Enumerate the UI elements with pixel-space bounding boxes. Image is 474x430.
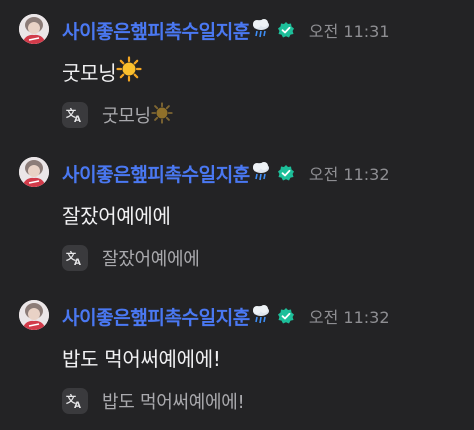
- avatar[interactable]: [19, 157, 49, 187]
- message-text: 밥도 먹어써예에에!: [62, 342, 221, 372]
- verified-badge-icon: [277, 307, 295, 325]
- message-item[interactable]: 사이좋은햎피촉수일지훈 오전 11:31 굿모닝 文 A 굿모닝: [0, 0, 474, 136]
- translate-icon[interactable]: 文 A: [62, 388, 88, 414]
- message-header: 사이좋은햎피촉수일지훈 오전 11:32: [62, 303, 390, 329]
- translation-row: 文 A 굿모닝: [62, 100, 173, 130]
- message-text: 굿모닝: [62, 55, 142, 87]
- translated-text: 잘잤어예에에: [102, 249, 200, 270]
- avatar[interactable]: [19, 14, 49, 44]
- avatar[interactable]: [19, 300, 49, 330]
- message-timestamp: 오전 11:32: [308, 165, 390, 184]
- message-timestamp: 오전 11:32: [308, 308, 390, 327]
- verified-badge-icon: [277, 164, 295, 182]
- svg-text:A: A: [74, 258, 81, 266]
- message-item[interactable]: 사이좋은햎피촉수일지훈 오전 11:32 밥도 먹어써예에에! 文 A 밥도 먹…: [0, 286, 474, 422]
- translation-row: 文 A 밥도 먹어써예에에!: [62, 386, 245, 416]
- message-header: 사이좋은햎피촉수일지훈 오전 11:32: [62, 160, 390, 186]
- message-item[interactable]: 사이좋은햎피촉수일지훈 오전 11:32 잘잤어예에에 文 A 잘잤어예에에: [0, 143, 474, 279]
- translated-text: 밥도 먹어써예에에!: [102, 392, 245, 413]
- message-header: 사이좋은햎피촉수일지훈 오전 11:31: [62, 17, 390, 43]
- message-text: 잘잤어예에에: [62, 199, 171, 229]
- message-text-content: 굿모닝: [62, 60, 117, 85]
- translate-icon[interactable]: 文 A: [62, 102, 88, 128]
- message-timestamp: 오전 11:31: [308, 22, 390, 41]
- translation-row: 文 A 잘잤어예에에: [62, 243, 200, 273]
- message-text-content: 잘잤어예에에: [62, 203, 171, 228]
- translate-icon[interactable]: 文 A: [62, 245, 88, 271]
- sun-emoji: [116, 55, 142, 87]
- svg-text:A: A: [74, 115, 81, 123]
- author-name[interactable]: 사이좋은햎피촉수일지훈: [62, 303, 250, 330]
- rain-cloud-emoji: [250, 160, 272, 186]
- translated-text: 굿모닝: [102, 106, 151, 127]
- svg-text:A: A: [74, 401, 81, 409]
- rain-cloud-emoji: [250, 17, 272, 43]
- message-text-content: 밥도 먹어써예에에!: [62, 346, 221, 371]
- verified-badge-icon: [277, 21, 295, 39]
- author-name[interactable]: 사이좋은햎피촉수일지훈: [62, 17, 250, 44]
- author-name[interactable]: 사이좋은햎피촉수일지훈: [62, 160, 250, 187]
- rain-cloud-emoji: [250, 303, 272, 329]
- sun-emoji: [151, 102, 173, 128]
